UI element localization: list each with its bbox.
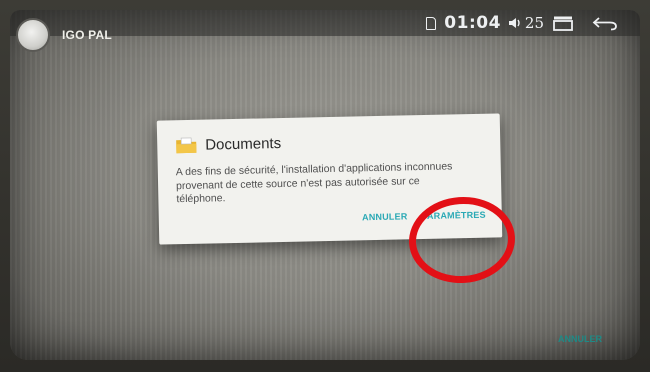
folder-icon: [176, 137, 197, 154]
status-icons: 01:04 25: [426, 12, 618, 34]
sim-card-icon: [426, 16, 437, 30]
cancel-button[interactable]: ANNULER: [362, 211, 408, 222]
back-arrow-icon: [592, 17, 617, 31]
dialog-title: Documents: [205, 134, 282, 154]
app-avatar-icon[interactable]: [16, 18, 50, 52]
volume-level: 25: [524, 14, 544, 32]
back-button[interactable]: [592, 15, 618, 31]
dialog-message: A des fins de sécurité, l'installation d…: [175, 160, 453, 206]
status-time: 01:04: [444, 13, 501, 33]
dialog-header: Documents: [175, 134, 281, 154]
app-header: IGO PAL: [16, 18, 112, 52]
bottom-cancel-button[interactable]: ANNULER: [558, 334, 602, 344]
app-title: IGO PAL: [62, 28, 112, 42]
photo-frame: 01:04 25 IGO PAL ANNULER Documents A des…: [0, 0, 650, 372]
recent-apps-button[interactable]: [552, 15, 574, 31]
recent-apps-icon: [553, 16, 573, 31]
volume-indicator: 25: [508, 14, 544, 32]
volume-icon: [508, 18, 520, 28]
